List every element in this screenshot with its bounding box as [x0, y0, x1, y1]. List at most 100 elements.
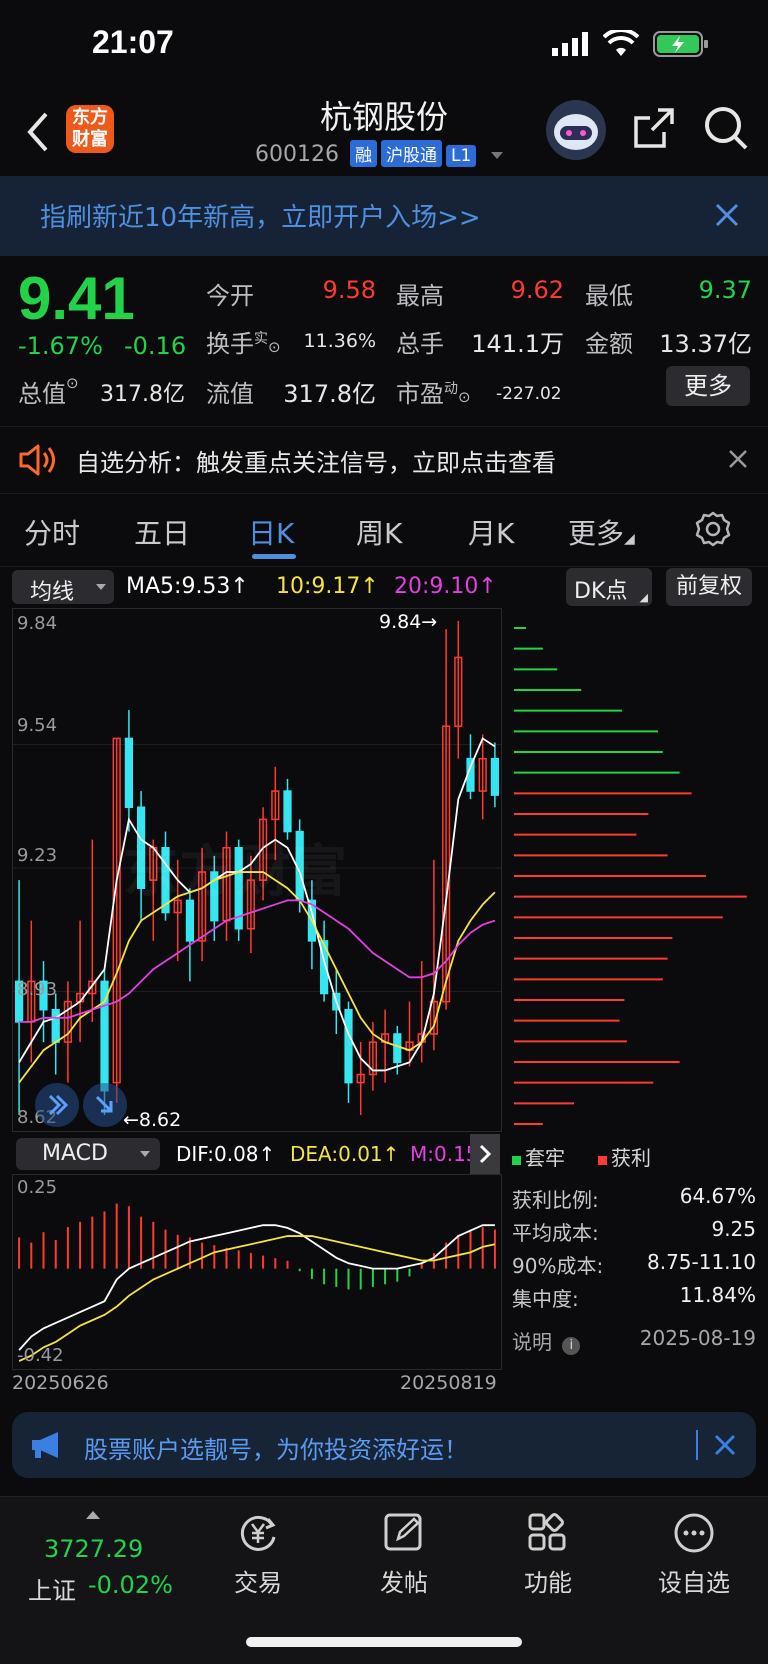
float-value: 317.8亿	[283, 380, 376, 408]
megaphone-icon	[30, 1430, 66, 1464]
tab-monthly-k[interactable]: 月K	[468, 512, 514, 552]
mktcap-value: 317.8亿	[100, 382, 185, 407]
dif-value: DIF:0.08↑	[176, 1142, 276, 1166]
badge-connect: 沪股通	[380, 140, 442, 167]
open-label: 今开	[206, 282, 254, 310]
macd-svg	[18, 1203, 496, 1362]
notice-close-icon[interactable]	[728, 449, 748, 473]
nav-add-watchlist[interactable]: 设自选	[646, 1511, 742, 1611]
dif-line	[18, 1224, 495, 1351]
high-annotation: 9.84→	[379, 611, 438, 633]
candle-body	[393, 1033, 402, 1064]
stat-label-90-cost: 90%成本:	[512, 1254, 604, 1278]
change-pct: -1.67%	[18, 332, 103, 360]
tab-active-indicator	[252, 554, 296, 559]
badge-level: L1	[445, 145, 477, 167]
y-label-2: 9.54	[17, 715, 58, 736]
collapse-icon[interactable]	[83, 1083, 127, 1127]
nav-trade-label: 交易	[234, 1569, 282, 1597]
info-icon: ⊙	[458, 388, 471, 406]
promo-divider	[696, 1430, 698, 1460]
nav-add-watchlist-label: 设自选	[658, 1569, 730, 1597]
macd-select-label: MACD	[42, 1141, 108, 1166]
stat-label-profit-ratio: 获利比例:	[512, 1188, 599, 1212]
stat-value-profit-ratio: 64.67%	[679, 1184, 756, 1208]
nav-post[interactable]: 发帖	[356, 1511, 452, 1611]
ma20-value: 20:9.10↑	[394, 574, 497, 599]
period-tabs: 分时 五日 日K 周K 月K 更多◢	[0, 494, 768, 567]
badge-margin: 融	[349, 140, 377, 167]
adjust-button[interactable]: 前复权	[666, 568, 752, 606]
trade-icon	[236, 1511, 280, 1559]
legend-profit-swatch	[598, 1156, 607, 1165]
dk-point-button[interactable]: DK点 ◢	[566, 568, 652, 606]
legend-profit: 获利	[598, 1142, 651, 1171]
low-value: 9.37	[698, 276, 752, 304]
y-label-1: 9.84	[17, 613, 58, 634]
ma20-line	[19, 899, 496, 1023]
macd-select[interactable]: MACD	[16, 1138, 160, 1170]
nav-trade[interactable]: 交易	[210, 1511, 306, 1611]
chip-svg	[514, 627, 747, 1125]
robot-avatar-icon[interactable]	[546, 100, 606, 160]
corner-arrow-icon: ◢	[624, 531, 635, 547]
tab-weekly-k[interactable]: 周K	[356, 512, 402, 552]
info-icon: ⊙	[268, 338, 281, 356]
macd-expand-icon[interactable]	[470, 1134, 500, 1174]
macd-chart[interactable]: 0.25 -0.42	[12, 1174, 502, 1370]
change-abs: -0.16	[124, 332, 187, 360]
index-ticker[interactable]: 3727.29 上证 -0.02%	[20, 1507, 190, 1607]
kline-chart[interactable]: 东方财富 9.84 9.54 9.23 8.93 8.62 9.84→ ←8.6…	[12, 608, 502, 1132]
share-icon[interactable]	[632, 106, 676, 154]
expand-left-icon[interactable]	[35, 1083, 79, 1127]
caret-up-icon	[86, 1511, 100, 1519]
banner-close-icon[interactable]	[714, 202, 740, 232]
nav-post-label: 发帖	[380, 1569, 428, 1597]
wifi-icon	[602, 27, 640, 62]
m-value: M:0.15	[410, 1142, 474, 1166]
date-end: 20250819	[400, 1372, 497, 1394]
low-label: 最低	[585, 282, 633, 310]
notice-text: 自选分析：触发重点关注信号，立即点击查看	[76, 449, 556, 477]
watermark: 东方财富	[123, 840, 347, 905]
stock-meta[interactable]: 600126 融沪股通 L1	[255, 140, 504, 167]
stat-label-concentration: 集中度:	[512, 1287, 579, 1311]
battery-icon	[653, 30, 711, 62]
tab-daily-k[interactable]: 日K	[248, 512, 294, 552]
stat-value-concentration: 11.84%	[679, 1283, 756, 1307]
tab-intraday[interactable]: 分时	[24, 512, 80, 552]
indicator-select-label: 均线	[30, 580, 75, 605]
dea-line	[18, 1235, 496, 1362]
date-start: 20250626	[12, 1372, 109, 1394]
nav-functions-label: 功能	[524, 1569, 572, 1597]
pe-sup: 动	[444, 381, 458, 397]
tab-more[interactable]: 更多◢	[568, 512, 635, 552]
ma5-value: MA5:9.53↑	[126, 574, 249, 599]
note-link[interactable]: 说明 i	[512, 1326, 581, 1355]
chip-distribution[interactable]	[500, 608, 756, 1130]
account-banner[interactable]: 指刷新近10年新高，立即开户入场>>	[0, 176, 768, 256]
search-icon[interactable]	[702, 104, 750, 156]
more-button[interactable]: 更多	[666, 366, 750, 406]
info-icon: ⊙	[66, 374, 79, 392]
notice-bar[interactable]: 自选分析：触发重点关注信号，立即点击查看	[0, 426, 768, 494]
y-label-3: 9.23	[17, 845, 58, 866]
volume-label: 总手	[396, 330, 444, 358]
tab-five-day[interactable]: 五日	[134, 512, 190, 552]
high-label: 最高	[396, 282, 444, 310]
promo-bar[interactable]: 股票账户选靓号，为你投资添好运！	[12, 1412, 756, 1478]
info-circle-icon: i	[562, 1337, 581, 1355]
turnover-sup: 实	[254, 331, 268, 347]
candle-body	[490, 757, 500, 796]
header: 东方财富 杭钢股份 600126 融沪股通 L1	[0, 88, 768, 176]
macd-top-label: 0.25	[17, 1177, 58, 1198]
candle-body	[283, 790, 292, 833]
turnover-value: 11.36%	[303, 330, 376, 352]
dea-value: DEA:0.01↑	[290, 1142, 400, 1166]
settings-gear-icon[interactable]	[694, 510, 732, 552]
promo-close-icon[interactable]	[714, 1434, 736, 1460]
indicator-select[interactable]: 均线	[12, 570, 114, 605]
bottom-nav: 3727.29 上证 -0.02% 交易 发帖 功能 设自选	[0, 1496, 768, 1664]
dropdown-arrow-icon	[96, 584, 106, 590]
nav-functions[interactable]: 功能	[500, 1511, 596, 1611]
